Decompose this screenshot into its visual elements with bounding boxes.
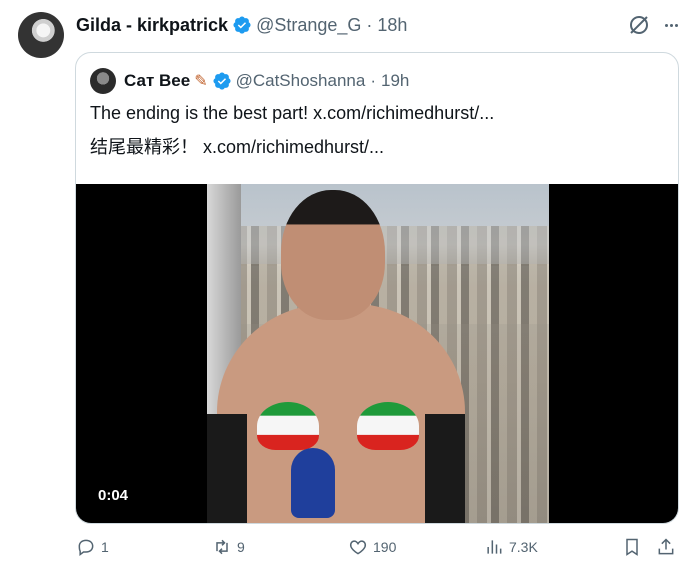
heart-icon xyxy=(349,540,367,555)
repost-icon xyxy=(216,539,228,555)
bookmark-icon xyxy=(626,538,638,556)
quoted-author-name[interactable]: Сат Вее xyxy=(124,71,190,91)
quoted-tweet-timestamp[interactable]: 19h xyxy=(381,71,409,91)
tweet-action-bar: 1 9 190 7.3K xyxy=(76,537,681,563)
grok-icon[interactable] xyxy=(627,13,651,37)
quoted-tweet-card[interactable]: Сат Вее ✎ @CatShoshanna · 19h The ending… xyxy=(75,52,679,524)
views-button[interactable]: 7.3K xyxy=(484,537,538,557)
reply-button[interactable]: 1 xyxy=(76,537,109,557)
quoted-author-handle[interactable]: @CatShoshanna xyxy=(236,71,366,91)
bookmark-button[interactable] xyxy=(622,537,642,557)
quoted-text-en: The ending is the best part! xyxy=(90,103,309,123)
quoted-link-2[interactable]: x.com/richimedhurst/... xyxy=(203,137,384,157)
author-name[interactable]: Gilda - kirkpatrick xyxy=(76,15,228,36)
reply-count: 1 xyxy=(101,539,109,555)
reply-icon xyxy=(78,539,94,556)
share-icon xyxy=(658,538,674,555)
quoted-text-zh: 结尾最精彩！ xyxy=(90,137,198,157)
like-button[interactable]: 190 xyxy=(348,537,396,557)
like-count: 190 xyxy=(373,539,397,555)
author-handle[interactable]: @Strange_G xyxy=(256,15,361,36)
verified-badge-icon xyxy=(232,15,252,35)
separator-dot: · xyxy=(366,14,373,35)
share-button[interactable] xyxy=(656,537,676,557)
repost-button[interactable]: 9 xyxy=(212,537,245,557)
repost-count: 9 xyxy=(237,539,245,555)
views-chart-icon xyxy=(487,540,502,554)
quoted-tweet-header: Сат Вее ✎ @CatShoshanna · 19h xyxy=(90,67,409,95)
separator-dot: · xyxy=(370,71,376,90)
tweet-timestamp[interactable]: 18h xyxy=(377,15,407,36)
quoted-link-1[interactable]: x.com/richimedhurst/... xyxy=(313,103,494,123)
feather-emoji-icon: ✎ xyxy=(194,73,208,90)
more-options-icon[interactable] xyxy=(659,13,683,37)
quoted-author-avatar[interactable] xyxy=(90,68,116,94)
quoted-tweet-text-line2: 结尾最精彩！ x.com/richimedhurst/... xyxy=(90,135,664,159)
verified-badge-icon xyxy=(212,71,232,91)
video-frame xyxy=(207,184,549,523)
views-count: 7.3K xyxy=(509,539,538,555)
tweet-header: Gilda - kirkpatrick @Strange_G · 18h xyxy=(76,13,675,37)
quoted-tweet-text-line1: The ending is the best part! x.com/richi… xyxy=(90,101,664,125)
video-player[interactable]: 0:04 xyxy=(76,184,678,523)
video-duration: 0:04 xyxy=(98,487,129,504)
author-avatar[interactable] xyxy=(18,12,64,58)
